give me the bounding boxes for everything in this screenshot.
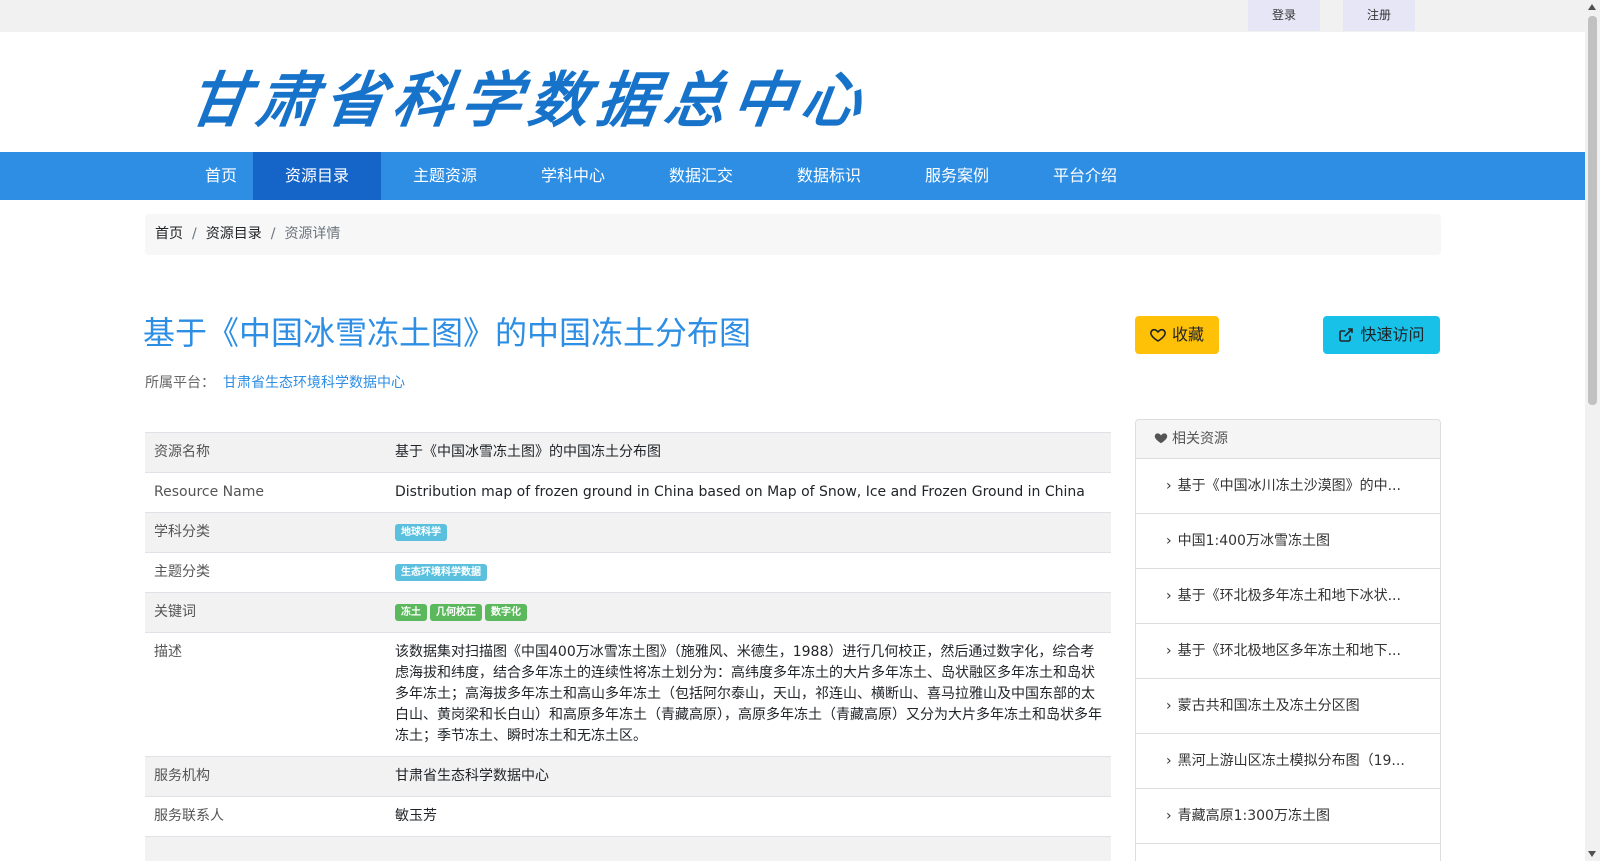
- related-item[interactable]: › 基于《环北极地区多年冻土和地下...: [1136, 624, 1440, 679]
- table-row: 关键词 冻土 几何校正 数字化: [145, 592, 1111, 633]
- breadcrumb-separator: /: [270, 226, 276, 242]
- row-label: Resource Name: [154, 484, 264, 500]
- chevron-right-icon: ›: [1166, 643, 1172, 659]
- related-header-label: 相关资源: [1172, 431, 1228, 447]
- related-item-label: 蒙古共和国冻土及冻土分区图: [1177, 698, 1360, 714]
- related-item-label: 青藏高原1:300万冻土图: [1177, 808, 1330, 824]
- row-label: 描述: [154, 644, 182, 660]
- nav-item-topics[interactable]: 主题资源: [381, 152, 509, 200]
- row-value: 基于《中国冰雪冻土图》的中国冻土分布图: [395, 444, 661, 460]
- breadcrumb-current: 资源详情: [284, 226, 341, 242]
- page-scrollbar[interactable]: [1585, 0, 1600, 861]
- related-item-label: 黑河上游山区冻土模拟分布图（19...: [1177, 753, 1405, 769]
- related-header: 相关资源: [1136, 420, 1440, 459]
- row-label: 服务机构: [154, 768, 210, 784]
- related-item-label: 基于《中国冰川冻土沙漠图》的中...: [1177, 478, 1401, 494]
- nav-item-identifier[interactable]: 数据标识: [765, 152, 893, 200]
- related-item[interactable]: › 黑河上游山区冻土模拟分布图（19...: [1136, 734, 1440, 789]
- row-value: 冻土 几何校正 数字化: [386, 593, 1111, 633]
- row-label: 服务联系人: [154, 808, 224, 824]
- login-button[interactable]: 登录: [1248, 0, 1320, 31]
- table-row: Resource Name Distribution map of frozen…: [145, 472, 1111, 513]
- chevron-right-icon: ›: [1166, 808, 1172, 824]
- main-nav: 首页 资源目录 主题资源 学科中心 数据汇交 数据标识 服务案例 平台介绍: [0, 152, 1585, 200]
- row-label: 关键词: [154, 604, 196, 620]
- register-button[interactable]: 注册: [1343, 0, 1415, 31]
- site-logo[interactable]: 甘肃省科学数据总中心: [184, 52, 876, 139]
- resource-detail-table: 资源名称 基于《中国冰雪冻土图》的中国冻土分布图 Resource Name D…: [145, 432, 1111, 861]
- heart-icon: [1150, 328, 1166, 342]
- table-row: 服务机构 甘肃省生态科学数据中心: [145, 756, 1111, 797]
- keyword-tag[interactable]: 冻土: [395, 603, 427, 621]
- favorite-button[interactable]: 收藏: [1135, 316, 1219, 354]
- table-row: 资源名称 基于《中国冰雪冻土图》的中国冻土分布图: [145, 432, 1111, 473]
- row-label: 学科分类: [154, 524, 210, 540]
- related-resources-panel: 相关资源 › 基于《中国冰川冻土沙漠图》的中... › 中国1:400万冰雪冻土图 …: [1135, 419, 1441, 861]
- row-value: 地球科学: [386, 513, 1111, 553]
- row-label: [145, 837, 386, 861]
- nav-item-catalog[interactable]: 资源目录: [253, 152, 381, 200]
- table-row: [145, 836, 1111, 861]
- table-row: 服务联系人 敏玉芳: [145, 796, 1111, 837]
- scroll-up-arrow-icon[interactable]: [1588, 4, 1596, 10]
- row-value: 敏玉芳: [395, 808, 437, 824]
- row-value: 生态环境科学数据: [386, 553, 1111, 593]
- chevron-right-icon: ›: [1166, 588, 1172, 604]
- related-item[interactable]: › 中国1:400万冰雪冻土图: [1136, 514, 1440, 569]
- related-item[interactable]: › 青藏高原1:300万冻土图: [1136, 789, 1440, 844]
- breadcrumb-catalog[interactable]: 资源目录: [206, 226, 262, 242]
- related-item[interactable]: › 蒙古共和国冻土及冻土分区图: [1136, 679, 1440, 734]
- top-bar: 登录 注册: [0, 0, 1585, 32]
- table-row: 学科分类 地球科学: [145, 512, 1111, 553]
- chevron-right-icon: ›: [1166, 533, 1172, 549]
- breadcrumb-home[interactable]: 首页: [155, 226, 183, 242]
- page-title: 基于《中国冰雪冻土图》的中国冻土分布图: [143, 314, 752, 352]
- related-item[interactable]: › 基于《中国冰川冻土沙漠图》的中...: [1136, 459, 1440, 514]
- row-value: 甘肃省生态科学数据中心: [395, 768, 549, 784]
- theme-tag[interactable]: 生态环境科学数据: [395, 563, 487, 581]
- related-item-label: 基于《环北极地区多年冻土和地下...: [1177, 643, 1401, 659]
- quick-visit-button[interactable]: 快速访问: [1323, 316, 1440, 354]
- related-item[interactable]: › 基于《环北极多年冻土和地下冰状...: [1136, 569, 1440, 624]
- related-item-label: 中国1:400万冰雪冻土图: [1177, 533, 1330, 549]
- description-text: 该数据集对扫描图《中国400万冰雪冻土图》（施雅风、米德生，1988）进行几何校…: [395, 644, 1102, 744]
- related-item-label: 基于《环北极多年冻土和地下冰状...: [1177, 588, 1401, 604]
- table-row: 主题分类 生态环境科学数据: [145, 552, 1111, 593]
- quick-visit-label: 快速访问: [1360, 325, 1425, 344]
- row-label: 资源名称: [154, 444, 210, 460]
- external-link-icon: [1339, 328, 1354, 342]
- heart-icon: [1154, 433, 1168, 444]
- keyword-tag[interactable]: 数字化: [485, 603, 527, 621]
- nav-item-submission[interactable]: 数据汇交: [637, 152, 765, 200]
- scrollbar-thumb[interactable]: [1588, 16, 1597, 405]
- keyword-tag[interactable]: 几何校正: [430, 603, 482, 621]
- nav-item-disciplines[interactable]: 学科中心: [509, 152, 637, 200]
- table-row: 描述 该数据集对扫描图《中国400万冰雪冻土图》（施雅风、米德生，1988）进行…: [145, 632, 1111, 757]
- discipline-tag[interactable]: 地球科学: [395, 523, 447, 541]
- row-value: [386, 837, 1111, 861]
- row-value: Distribution map of frozen ground in Chi…: [395, 484, 1085, 500]
- row-label: 主题分类: [154, 564, 210, 580]
- platform-link[interactable]: 甘肃省生态环境科学数据中心: [223, 375, 405, 391]
- chevron-right-icon: ›: [1166, 753, 1172, 769]
- breadcrumb-separator: /: [192, 226, 197, 242]
- chevron-right-icon: ›: [1166, 478, 1172, 494]
- platform-line: 所属平台： 甘肃省生态环境科学数据中心: [145, 372, 405, 392]
- nav-item-about[interactable]: 平台介绍: [1021, 152, 1149, 200]
- favorite-label: 收藏: [1171, 325, 1204, 344]
- scroll-down-arrow-icon[interactable]: [1588, 851, 1596, 857]
- platform-label: 所属平台：: [145, 375, 215, 391]
- nav-item-cases[interactable]: 服务案例: [893, 152, 1021, 200]
- breadcrumb: 首页 / 资源目录 / 资源详情: [145, 214, 1441, 255]
- chevron-right-icon: ›: [1166, 698, 1172, 714]
